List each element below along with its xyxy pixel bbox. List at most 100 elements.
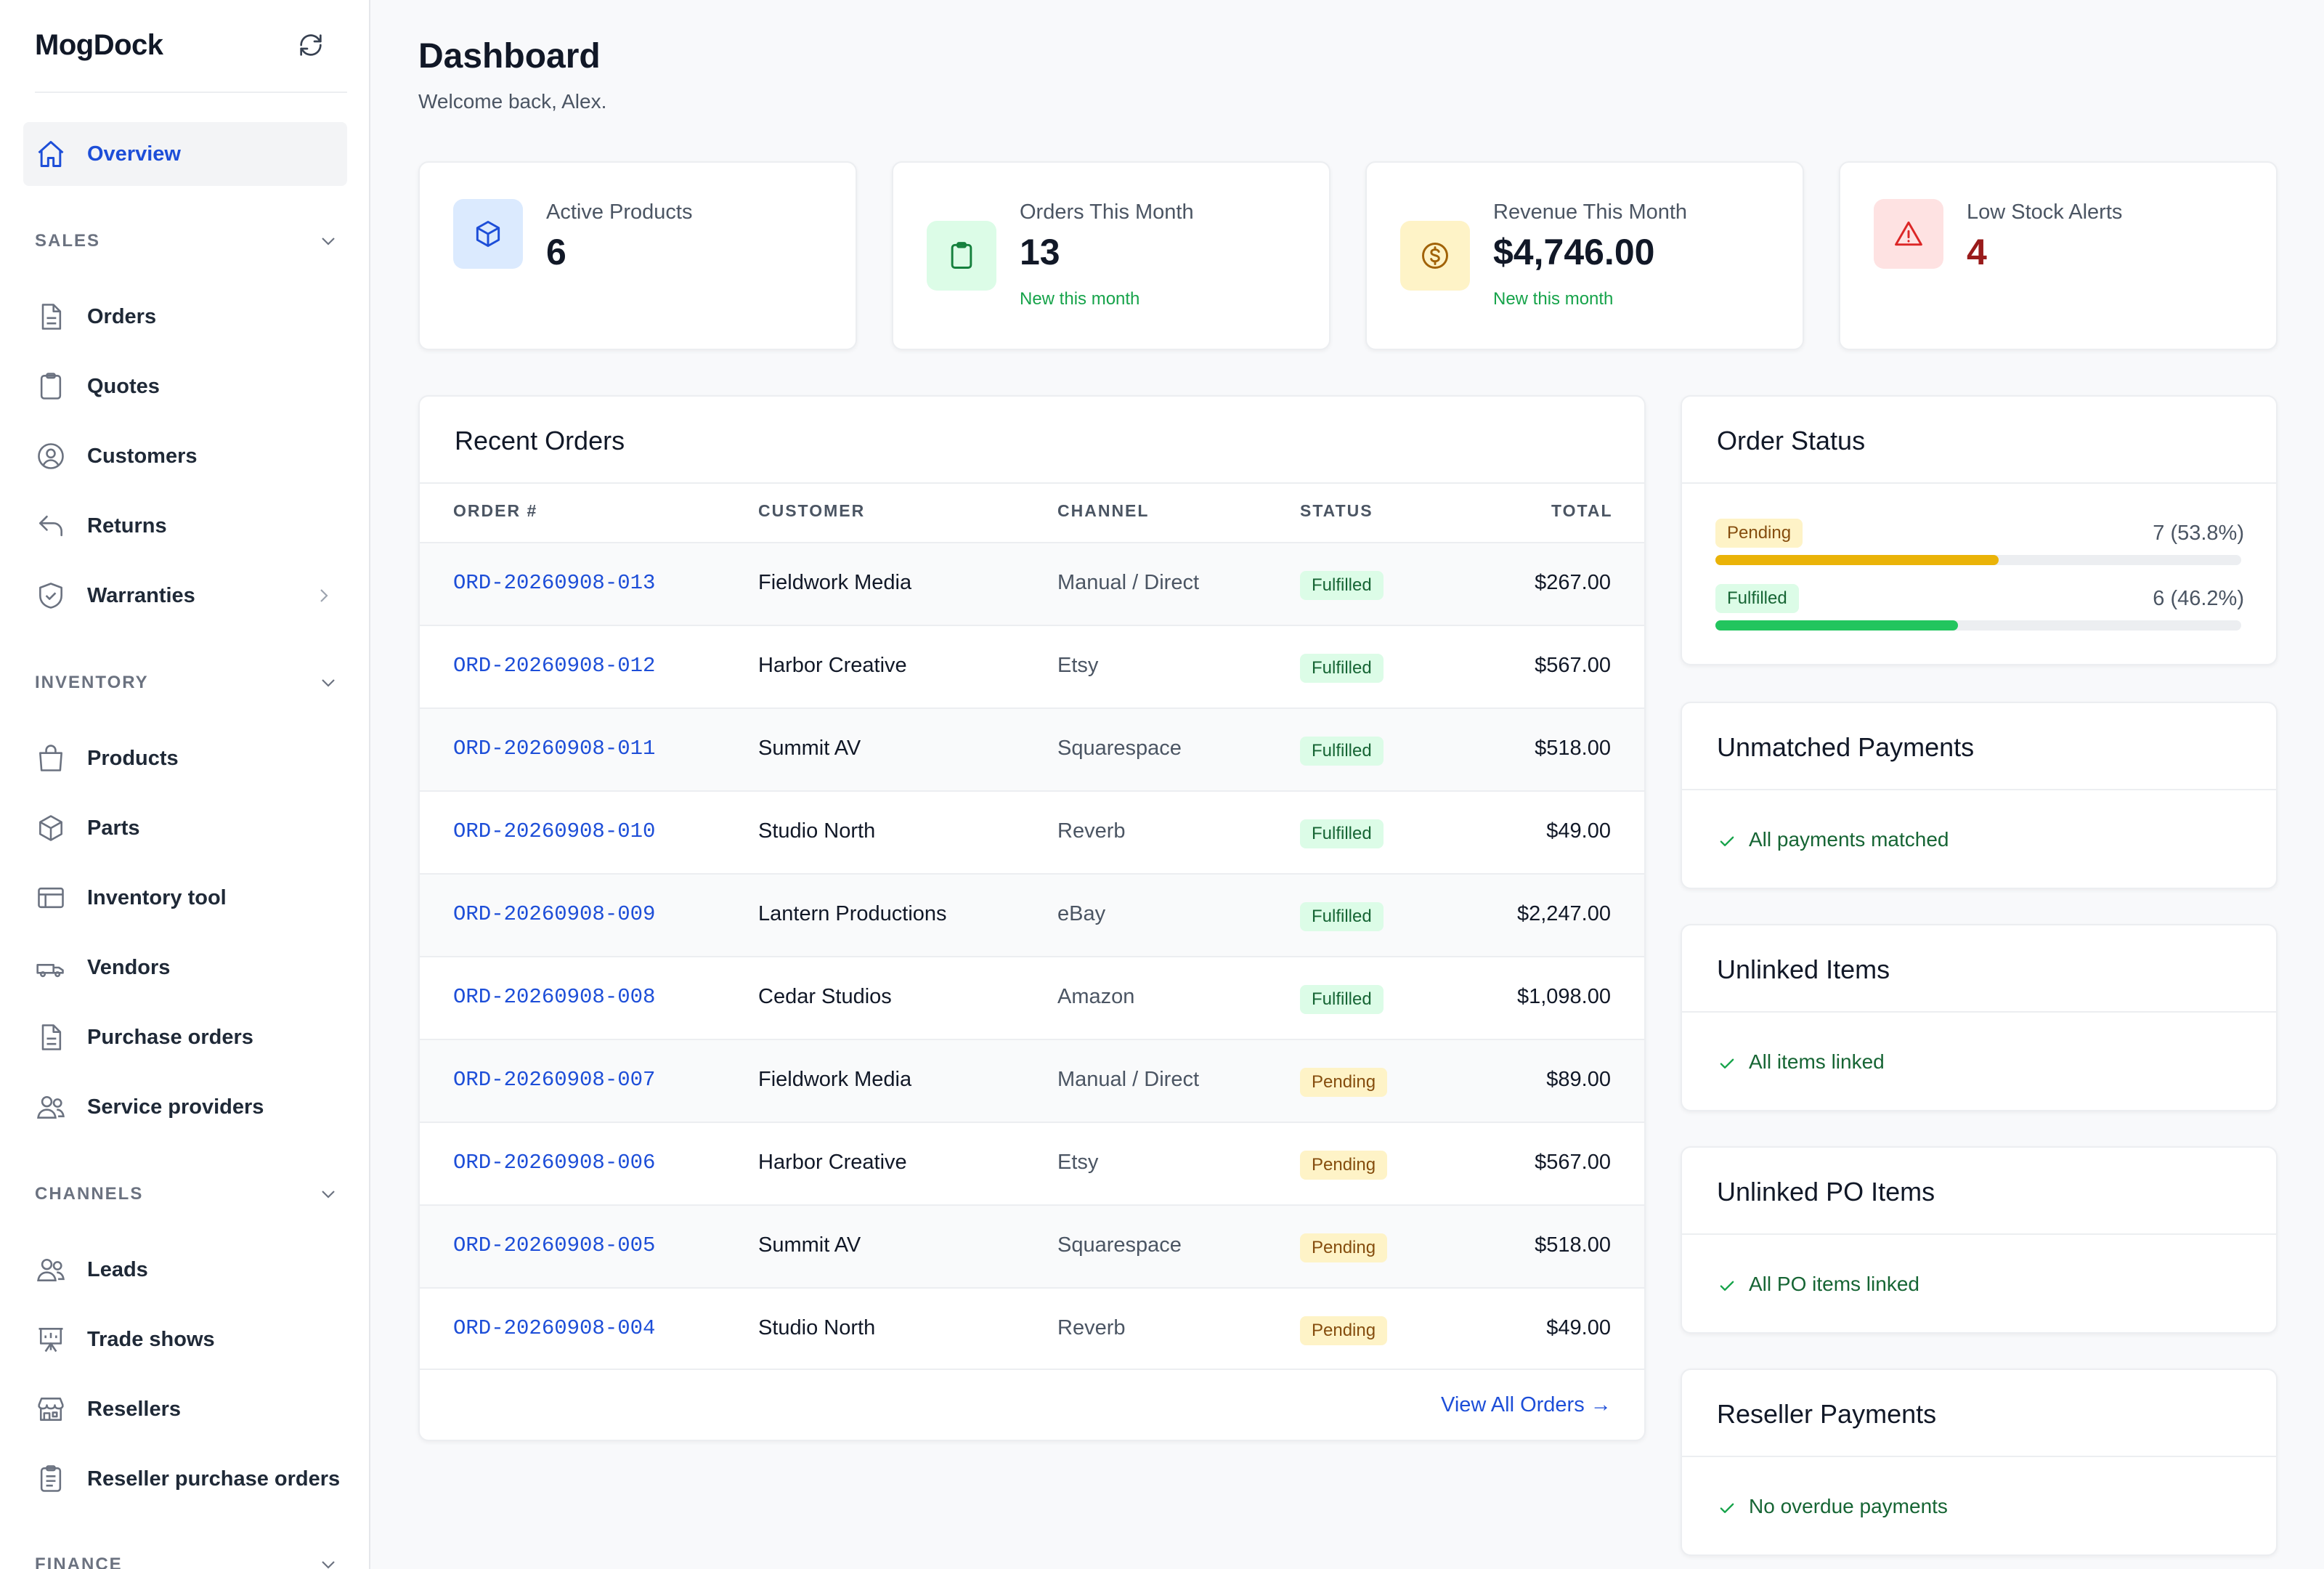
view-all-orders-link[interactable]: View All Orders → <box>1441 1393 1612 1417</box>
column-header-order[interactable]: ORDER # <box>453 501 537 521</box>
order-status-title: Order Status <box>1717 426 1866 455</box>
order-customer: Cedar Studios <box>758 985 892 1008</box>
section-label: INVENTORY <box>35 673 149 692</box>
column-header-customer[interactable]: CUSTOMER <box>758 501 865 521</box>
table-row[interactable]: ORD-20260908-006 Harbor Creative Etsy Pendi… <box>420 1122 1644 1204</box>
sidebar-item-purchase-orders[interactable]: Purchase orders <box>23 1007 347 1068</box>
order-id-link[interactable]: ORD-20260908-011 <box>453 737 655 761</box>
divider <box>1682 1456 2276 1457</box>
sidebar-item-reseller-purchase-orders[interactable]: Reseller purchase orders <box>23 1448 347 1509</box>
sidebar-item-orders[interactable]: Orders <box>23 286 347 347</box>
section-header-sales[interactable]: SALES <box>35 227 340 256</box>
column-header-status[interactable]: STATUS <box>1300 501 1373 521</box>
order-customer: Harbor Creative <box>758 654 907 677</box>
sidebar-item-label: Orders <box>87 305 157 328</box>
stat-card-revenue-this-month[interactable]: Revenue This Month $4,746.00 New this mo… <box>1365 161 1804 350</box>
shield-check-icon <box>35 580 67 612</box>
dollar-coin-icon <box>1422 243 1448 269</box>
sidebar-item-label: Customers <box>87 445 198 468</box>
table-row[interactable]: ORD-20260908-010 Studio North Reverb Fulfil… <box>420 790 1644 873</box>
sidebar-item-leads[interactable]: Leads <box>23 1239 347 1300</box>
stat-card-orders-this-month[interactable]: Orders This Month 13 New this month <box>892 161 1330 350</box>
order-customer: Summit AV <box>758 737 861 760</box>
order-customer: Studio North <box>758 819 876 843</box>
order-total: $518.00 <box>1535 737 1611 760</box>
table-row[interactable]: ORD-20260908-005 Summit AV Squarespace Pend… <box>420 1204 1644 1287</box>
order-id-link[interactable]: ORD-20260908-012 <box>453 654 655 678</box>
table-row[interactable]: ORD-20260908-011 Summit AV Squarespace Fulf… <box>420 708 1644 790</box>
order-id-link[interactable]: ORD-20260908-004 <box>453 1316 655 1340</box>
status-badge: Pending <box>1300 1316 1388 1345</box>
table-row[interactable]: ORD-20260908-008 Cedar Studios Amazon Fulfi… <box>420 956 1644 1039</box>
status-message-text: No overdue payments <box>1749 1495 1948 1517</box>
order-total: $89.00 <box>1546 1068 1611 1091</box>
table-row[interactable]: ORD-20260908-012 Harbor Creative Etsy Fulfi… <box>420 625 1644 708</box>
status-badge-fulfilled: Fulfilled <box>1715 584 1799 613</box>
stat-card-active-products[interactable]: Active Products 6 <box>418 161 857 350</box>
section-header-channels[interactable]: CHANNELS <box>35 1180 340 1209</box>
order-channel: Etsy <box>1057 654 1099 677</box>
order-id-link[interactable]: ORD-20260908-013 <box>453 571 655 595</box>
section-header-inventory[interactable]: INVENTORY <box>35 668 340 697</box>
sidebar-item-warranties[interactable]: Warranties <box>23 565 347 626</box>
progress-track-pending <box>1715 555 2241 565</box>
reseller-payments-title: Reseller Payments <box>1717 1399 1937 1429</box>
cube-icon <box>35 812 67 844</box>
chevron-down-icon <box>322 1191 335 1199</box>
table-row[interactable]: ORD-20260908-009 Lantern Productions eBay F… <box>420 873 1644 956</box>
divider <box>1682 789 2276 790</box>
sidebar-item-label: Overview <box>87 142 181 166</box>
sidebar-item-parts[interactable]: Parts <box>23 798 347 859</box>
table-row[interactable]: ORD-20260908-007 Fieldwork Media Manual / … <box>420 1039 1644 1122</box>
stat-card-low-stock-alerts[interactable]: Low Stock Alerts 4 <box>1839 161 2278 350</box>
sidebar-item-trade-shows[interactable]: Trade shows <box>23 1309 347 1370</box>
chevron-down-icon <box>322 238 335 246</box>
section-header-finance[interactable]: FINANCE <box>35 1550 340 1569</box>
status-message-text: All payments matched <box>1749 828 1949 851</box>
sidebar: MogDock Overview SALES Orders Quotes Cus… <box>0 0 370 1569</box>
order-channel: Reverb <box>1057 1316 1126 1339</box>
table-icon <box>35 882 67 914</box>
stat-icon-box <box>1400 221 1470 291</box>
stat-value: 6 <box>546 232 566 272</box>
order-total: $49.00 <box>1546 819 1611 843</box>
column-header-total[interactable]: TOTAL <box>1551 501 1613 521</box>
divider <box>1682 482 2276 484</box>
refresh-button[interactable] <box>296 31 328 62</box>
page-subtitle: Welcome back, Alex. <box>418 90 607 113</box>
order-channel: Squarespace <box>1057 1233 1182 1257</box>
sidebar-item-returns[interactable]: Returns <box>23 495 347 556</box>
order-id-link[interactable]: ORD-20260908-006 <box>453 1151 655 1175</box>
status-badge: Fulfilled <box>1300 654 1384 683</box>
sidebar-item-products[interactable]: Products <box>23 728 347 789</box>
warning-triangle-icon <box>1895 221 1922 246</box>
sidebar-item-customers[interactable]: Customers <box>23 426 347 487</box>
sidebar-item-resellers[interactable]: Resellers <box>23 1379 347 1440</box>
order-id-link[interactable]: ORD-20260908-007 <box>453 1068 655 1092</box>
sidebar-item-label: Vendors <box>87 956 171 979</box>
order-id-link[interactable]: ORD-20260908-009 <box>453 902 655 926</box>
stat-value: 13 <box>1020 232 1060 272</box>
stat-label: Active Products <box>546 200 693 224</box>
order-channel: Amazon <box>1057 985 1135 1008</box>
chevron-down-icon <box>322 1561 335 1569</box>
table-row[interactable]: ORD-20260908-004 Studio North Reverb Pendin… <box>420 1287 1644 1370</box>
sidebar-item-vendors[interactable]: Vendors <box>23 937 347 998</box>
column-header-channel[interactable]: CHANNEL <box>1057 501 1149 521</box>
document-icon <box>35 301 67 333</box>
sidebar-item-service-providers[interactable]: Service providers <box>23 1077 347 1138</box>
sidebar-item-overview[interactable]: Overview <box>23 123 347 185</box>
order-id-link[interactable]: ORD-20260908-005 <box>453 1233 655 1257</box>
order-total: $1,098.00 <box>1516 985 1611 1008</box>
order-total: $2,247.00 <box>1516 902 1611 925</box>
sidebar-item-label: Trade shows <box>87 1328 215 1351</box>
order-channel: Reverb <box>1057 819 1126 843</box>
clipboard-list-icon <box>35 1463 67 1495</box>
order-id-link[interactable]: ORD-20260908-010 <box>453 819 655 843</box>
sidebar-item-quotes[interactable]: Quotes <box>23 356 347 417</box>
sidebar-item-inventory-tool[interactable]: Inventory tool <box>23 867 347 928</box>
order-total: $567.00 <box>1535 1151 1611 1174</box>
users-icon <box>35 1254 67 1286</box>
order-id-link[interactable]: ORD-20260908-008 <box>453 985 655 1009</box>
table-row[interactable]: ORD-20260908-013 Fieldwork Media Manual / … <box>420 542 1644 625</box>
